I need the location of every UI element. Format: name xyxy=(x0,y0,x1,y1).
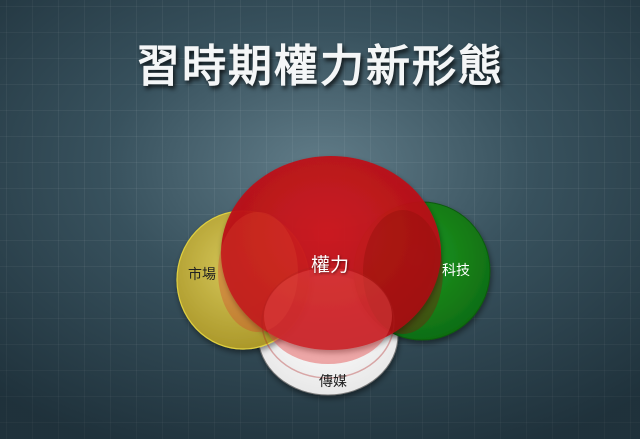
power-media-overlap xyxy=(264,268,392,364)
market-label: 市場 xyxy=(188,266,216,283)
media-label: 傳媒 xyxy=(319,374,347,390)
power-label: 權力 xyxy=(311,254,349,276)
technology-label: 科技 xyxy=(442,263,470,279)
venn-diagram: 權力 市場 科技 傳媒 xyxy=(176,156,491,396)
